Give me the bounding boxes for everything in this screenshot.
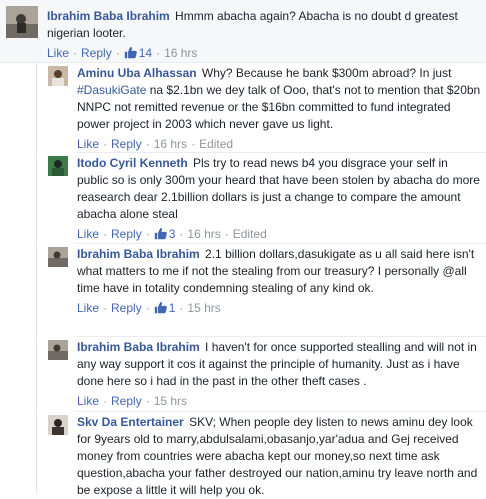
- avatar-photo-icon: [48, 66, 68, 86]
- avatar-photo-icon: [48, 415, 68, 435]
- reply-button[interactable]: Reply: [111, 301, 142, 315]
- reply-itodo: Itodo Cyril Kenneth Pls try to read news…: [36, 153, 486, 243]
- comment-author[interactable]: Ibrahim Baba Ibrahim: [47, 9, 170, 23]
- like-button[interactable]: Like: [47, 46, 69, 60]
- timestamp[interactable]: 16 hrs: [154, 137, 187, 151]
- comment-author[interactable]: Skv Da Entertainer: [77, 415, 184, 429]
- reply-button[interactable]: Reply: [111, 137, 142, 151]
- comment-actions: Like · Reply · 3 · 16 hrs · Edited: [77, 227, 267, 241]
- comment-author[interactable]: Aminu Uba Alhassan: [77, 66, 197, 80]
- avatar-photo-icon: [48, 340, 68, 360]
- comment-text: Skv Da Entertainer SKV; When people dey …: [77, 415, 478, 497]
- comment-text: Itodo Cyril Kenneth Pls try to read news…: [77, 156, 480, 221]
- comment-actions: Like · Reply · 1 · 15 hrs: [77, 301, 221, 315]
- avatar-photo-icon: [6, 6, 38, 38]
- avatar-photo-icon: [48, 156, 68, 176]
- avatar[interactable]: [6, 6, 38, 38]
- reply-ibrahim-3: Ibrahim Baba Ibrahim I haven't for once …: [36, 337, 486, 411]
- timestamp[interactable]: 15 hrs: [154, 394, 187, 408]
- reply-button[interactable]: Reply: [111, 394, 142, 408]
- comment-text: Ibrahim Baba Ibrahim I haven't for once …: [77, 340, 477, 388]
- reply-button[interactable]: Reply: [111, 227, 142, 241]
- timestamp[interactable]: 16 hrs: [187, 227, 220, 241]
- avatar[interactable]: [48, 66, 68, 86]
- avatar[interactable]: [48, 247, 68, 267]
- thumbs-up-icon: [154, 301, 167, 314]
- reaction-count[interactable]: 14: [124, 46, 152, 60]
- comment-ibrahim-1: Ibrahim Baba Ibrahim Hmmm abacha again? …: [0, 0, 486, 63]
- reply-ibrahim-2: Ibrahim Baba Ibrahim 2.1 billion dollars…: [36, 244, 486, 336]
- edited-label[interactable]: Edited: [199, 137, 233, 151]
- comment-actions: Like · Reply · 14 · 16 hrs: [47, 46, 198, 60]
- comment-text: Aminu Uba Alhassan Why? Because he bank …: [77, 66, 481, 131]
- reply-skv: Skv Da Entertainer SKV; When people dey …: [36, 412, 486, 497]
- reaction-count[interactable]: 1: [154, 301, 175, 315]
- avatar[interactable]: [48, 340, 68, 360]
- edited-label[interactable]: Edited: [233, 227, 267, 241]
- like-button[interactable]: Like: [77, 301, 99, 315]
- timestamp[interactable]: 15 hrs: [187, 301, 220, 315]
- like-button[interactable]: Like: [77, 137, 99, 151]
- like-button[interactable]: Like: [77, 227, 99, 241]
- comment-author[interactable]: Itodo Cyril Kenneth: [77, 156, 188, 170]
- comment-actions: Like · Reply · 16 hrs · Edited: [77, 137, 234, 151]
- reply-button[interactable]: Reply: [81, 46, 112, 60]
- thumbs-up-icon: [124, 46, 137, 59]
- comment-actions: Like · Reply · 15 hrs: [77, 394, 188, 408]
- comment-author[interactable]: Ibrahim Baba Ibrahim: [77, 340, 200, 354]
- comment-text: Ibrahim Baba Ibrahim 2.1 billion dollars…: [77, 247, 475, 295]
- timestamp[interactable]: 16 hrs: [164, 46, 197, 60]
- reaction-count[interactable]: 3: [154, 227, 175, 241]
- reply-aminu: Aminu Uba Alhassan Why? Because he bank …: [36, 63, 486, 152]
- avatar[interactable]: [48, 156, 68, 176]
- comment-text: Ibrahim Baba Ibrahim Hmmm abacha again? …: [47, 9, 458, 40]
- comment-author[interactable]: Ibrahim Baba Ibrahim: [77, 247, 200, 261]
- avatar[interactable]: [48, 415, 68, 435]
- like-button[interactable]: Like: [77, 394, 99, 408]
- thumbs-up-icon: [154, 227, 167, 240]
- avatar-photo-icon: [48, 247, 68, 267]
- hashtag-link[interactable]: #DasukiGate: [77, 83, 146, 97]
